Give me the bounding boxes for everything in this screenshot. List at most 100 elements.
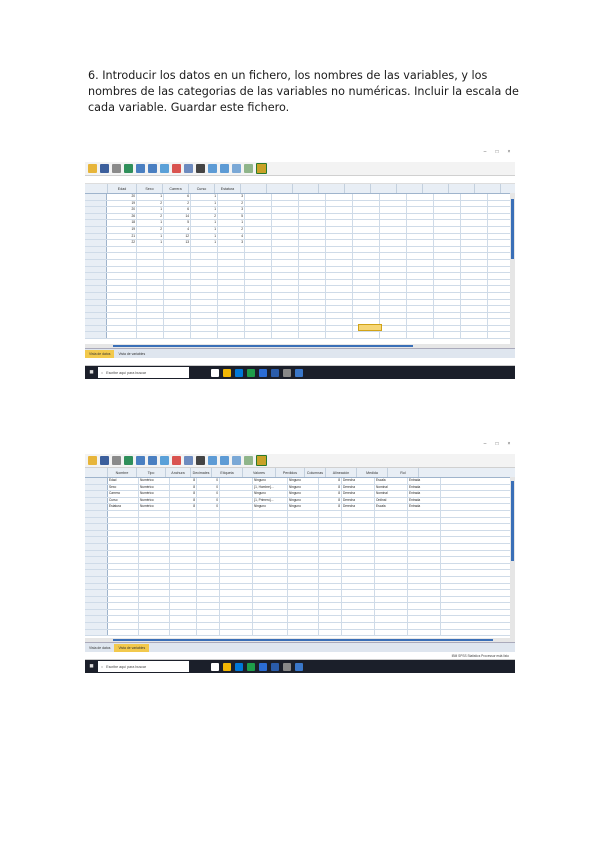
- grid-cell[interactable]: [272, 253, 299, 259]
- grid-cell[interactable]: [319, 537, 342, 543]
- goto-variable-icon[interactable]: [172, 456, 181, 465]
- row-number[interactable]: [85, 292, 108, 299]
- row-number[interactable]: [85, 233, 108, 240]
- grid-cell[interactable]: [139, 517, 170, 524]
- grid-cell[interactable]: [220, 563, 253, 570]
- grid-cell[interactable]: 4: [164, 226, 191, 233]
- grid-cell[interactable]: [408, 557, 441, 563]
- row-number[interactable]: [85, 557, 108, 563]
- grid-cell[interactable]: [220, 590, 253, 596]
- grid-cell[interactable]: [107, 279, 137, 286]
- grid-cell[interactable]: [137, 312, 164, 319]
- row-number[interactable]: [85, 537, 108, 543]
- grid-cell[interactable]: [108, 603, 139, 609]
- grid-cell[interactable]: [218, 332, 245, 339]
- grid-cell[interactable]: [408, 530, 441, 537]
- grid-cell[interactable]: [253, 510, 288, 517]
- grid-cell[interactable]: [107, 299, 137, 306]
- grid-cell[interactable]: [245, 312, 272, 319]
- grid-cell[interactable]: [299, 332, 326, 339]
- grid-cell[interactable]: [299, 292, 326, 299]
- grid-cell[interactable]: [288, 550, 319, 557]
- grid-cell[interactable]: [434, 194, 461, 200]
- grid-cell[interactable]: [170, 557, 197, 563]
- grid-cell[interactable]: 0: [197, 478, 220, 484]
- grid-cell[interactable]: [288, 583, 319, 590]
- windows-start-icon[interactable]: ■: [85, 663, 98, 670]
- grid-cell[interactable]: [434, 273, 461, 279]
- grid-cell[interactable]: [288, 616, 319, 623]
- col-header-decimales[interactable]: Decimales: [191, 468, 212, 477]
- grid-cell[interactable]: [407, 286, 434, 292]
- col-header-3[interactable]: Carrera: [163, 184, 189, 193]
- grid-cell[interactable]: [319, 524, 342, 530]
- grid-cell[interactable]: [461, 306, 488, 312]
- row-number[interactable]: [85, 609, 108, 616]
- grid-cell[interactable]: [272, 306, 299, 312]
- grid-cell[interactable]: [288, 570, 319, 576]
- col-header-nombre[interactable]: Nombre: [108, 468, 137, 477]
- row-number[interactable]: [85, 253, 108, 259]
- grid-cell[interactable]: [108, 563, 139, 570]
- grid-cell[interactable]: [408, 603, 441, 609]
- row-number[interactable]: [85, 543, 108, 550]
- grid-cell[interactable]: [218, 273, 245, 279]
- row-number[interactable]: [85, 299, 108, 306]
- grid-cell[interactable]: [342, 563, 375, 570]
- grid-cell[interactable]: [319, 550, 342, 557]
- row-number[interactable]: [85, 563, 108, 570]
- grid-cell[interactable]: [380, 286, 407, 292]
- grid-cell[interactable]: [380, 246, 407, 253]
- grid-cell[interactable]: [288, 576, 319, 583]
- grid-cell[interactable]: [299, 213, 326, 220]
- grid-cell[interactable]: [108, 616, 139, 623]
- grid-cell[interactable]: [380, 325, 407, 332]
- word-icon[interactable]: [271, 662, 279, 671]
- grid-cell[interactable]: [272, 325, 299, 332]
- grid-cell[interactable]: [299, 286, 326, 292]
- grid-cell[interactable]: [191, 246, 218, 253]
- grid-cell[interactable]: 19: [107, 200, 137, 207]
- grid-cell[interactable]: [342, 570, 375, 576]
- grid-cell[interactable]: [342, 517, 375, 524]
- grid-cell[interactable]: [319, 530, 342, 537]
- grid-cell[interactable]: [253, 616, 288, 623]
- grid-cell[interactable]: [245, 286, 272, 292]
- grid-cell[interactable]: 26: [107, 213, 137, 220]
- grid-cell[interactable]: [253, 557, 288, 563]
- grid-cell[interactable]: [197, 623, 220, 629]
- grid-cell[interactable]: [170, 537, 197, 543]
- grid-cell[interactable]: [170, 543, 197, 550]
- redo-icon[interactable]: [148, 456, 157, 465]
- grid-cell[interactable]: [108, 570, 139, 576]
- grid-cell[interactable]: [434, 207, 461, 213]
- grid-cell[interactable]: [218, 319, 245, 325]
- grid-cell[interactable]: [218, 299, 245, 306]
- grid-cell[interactable]: [170, 603, 197, 609]
- grid-cell[interactable]: [139, 543, 170, 550]
- grid-cell[interactable]: [434, 319, 461, 325]
- grid-cell[interactable]: [326, 246, 353, 253]
- goto-case-icon[interactable]: [160, 164, 169, 173]
- grid-cell[interactable]: Ninguno: [253, 478, 288, 484]
- grid-cell[interactable]: [108, 596, 139, 603]
- grid-cell[interactable]: [434, 292, 461, 299]
- grid-cell[interactable]: [380, 226, 407, 233]
- grid-cell[interactable]: [434, 306, 461, 312]
- grid-cell[interactable]: [434, 226, 461, 233]
- grid-cell[interactable]: 0: [197, 504, 220, 510]
- grid-cell[interactable]: [434, 253, 461, 259]
- row-number[interactable]: [85, 273, 108, 279]
- goto-variable-icon[interactable]: [172, 164, 181, 173]
- grid-cell[interactable]: [326, 226, 353, 233]
- col-header-var[interactable]: [475, 184, 501, 193]
- grid-cell[interactable]: [107, 319, 137, 325]
- grid-cell[interactable]: [407, 194, 434, 200]
- grid-cell[interactable]: [342, 590, 375, 596]
- grid-cell[interactable]: [353, 273, 380, 279]
- grid-cell[interactable]: [342, 629, 375, 636]
- grid-cell[interactable]: [434, 279, 461, 286]
- grid-cell[interactable]: [137, 319, 164, 325]
- grid-cell[interactable]: [253, 570, 288, 576]
- grid-cell[interactable]: Nominal: [375, 484, 408, 491]
